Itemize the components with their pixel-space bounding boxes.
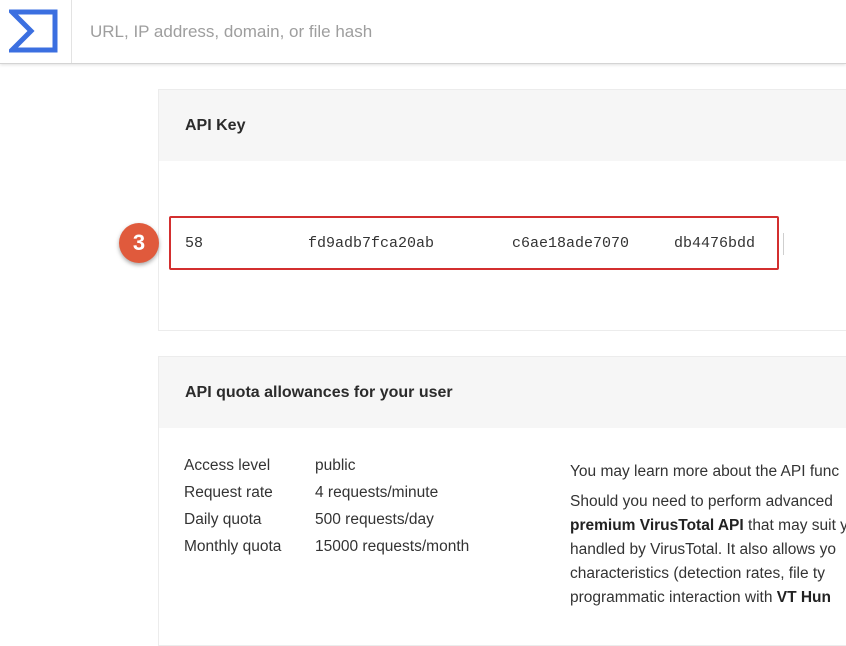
quota-value: 500 requests/day — [315, 511, 434, 528]
info-line: Should you need to perform advanced — [570, 493, 833, 510]
api-key-field[interactable]: 58 fd9adb7fca20ab c6ae18ade7070 db4476bd… — [169, 216, 779, 270]
quota-label: Daily quota — [184, 511, 262, 528]
quota-label: Access level — [184, 457, 271, 474]
top-bar — [0, 0, 846, 64]
api-key-card: API Key — [158, 89, 846, 331]
quota-card-title: API quota allowances for your user — [159, 357, 846, 428]
quota-value: 4 requests/minute — [315, 484, 439, 501]
api-key-card-title: API Key — [159, 90, 846, 161]
copy-separator — [783, 233, 784, 255]
api-key-part-1: 58 — [185, 235, 204, 252]
api-key-part-4: db4476bdd — [674, 235, 756, 252]
quota-label: Monthly quota — [184, 538, 282, 555]
info-line: characteristics (detection rates, file t… — [570, 565, 825, 582]
search-input[interactable] — [90, 20, 830, 44]
header-divider — [71, 0, 72, 63]
vt-hunting-link[interactable]: VT Hun — [777, 589, 831, 606]
api-info-text: You may learn more about the API func Sh… — [570, 460, 846, 610]
virustotal-logo-icon[interactable] — [9, 9, 58, 53]
quota-value: public — [315, 457, 356, 474]
quota-value: 15000 requests/month — [315, 538, 470, 555]
api-key-part-3: c6ae18ade7070 — [512, 235, 629, 252]
api-key-part-2: fd9adb7fca20ab — [308, 235, 435, 252]
info-line-text: that may suit y — [743, 517, 846, 534]
info-line: You may learn more about the API func — [570, 463, 840, 480]
info-line: handled by VirusTotal. It also allows yo — [570, 541, 836, 558]
info-line-text: programmatic interaction with — [570, 589, 777, 606]
step-badge: 3 — [119, 223, 159, 263]
info-line: programmatic interaction with VT Hun — [570, 586, 846, 610]
premium-api-link[interactable]: premium VirusTotal API — [570, 517, 744, 534]
quota-label: Request rate — [184, 484, 273, 501]
info-line: premium VirusTotal API that may suit y — [570, 514, 846, 538]
